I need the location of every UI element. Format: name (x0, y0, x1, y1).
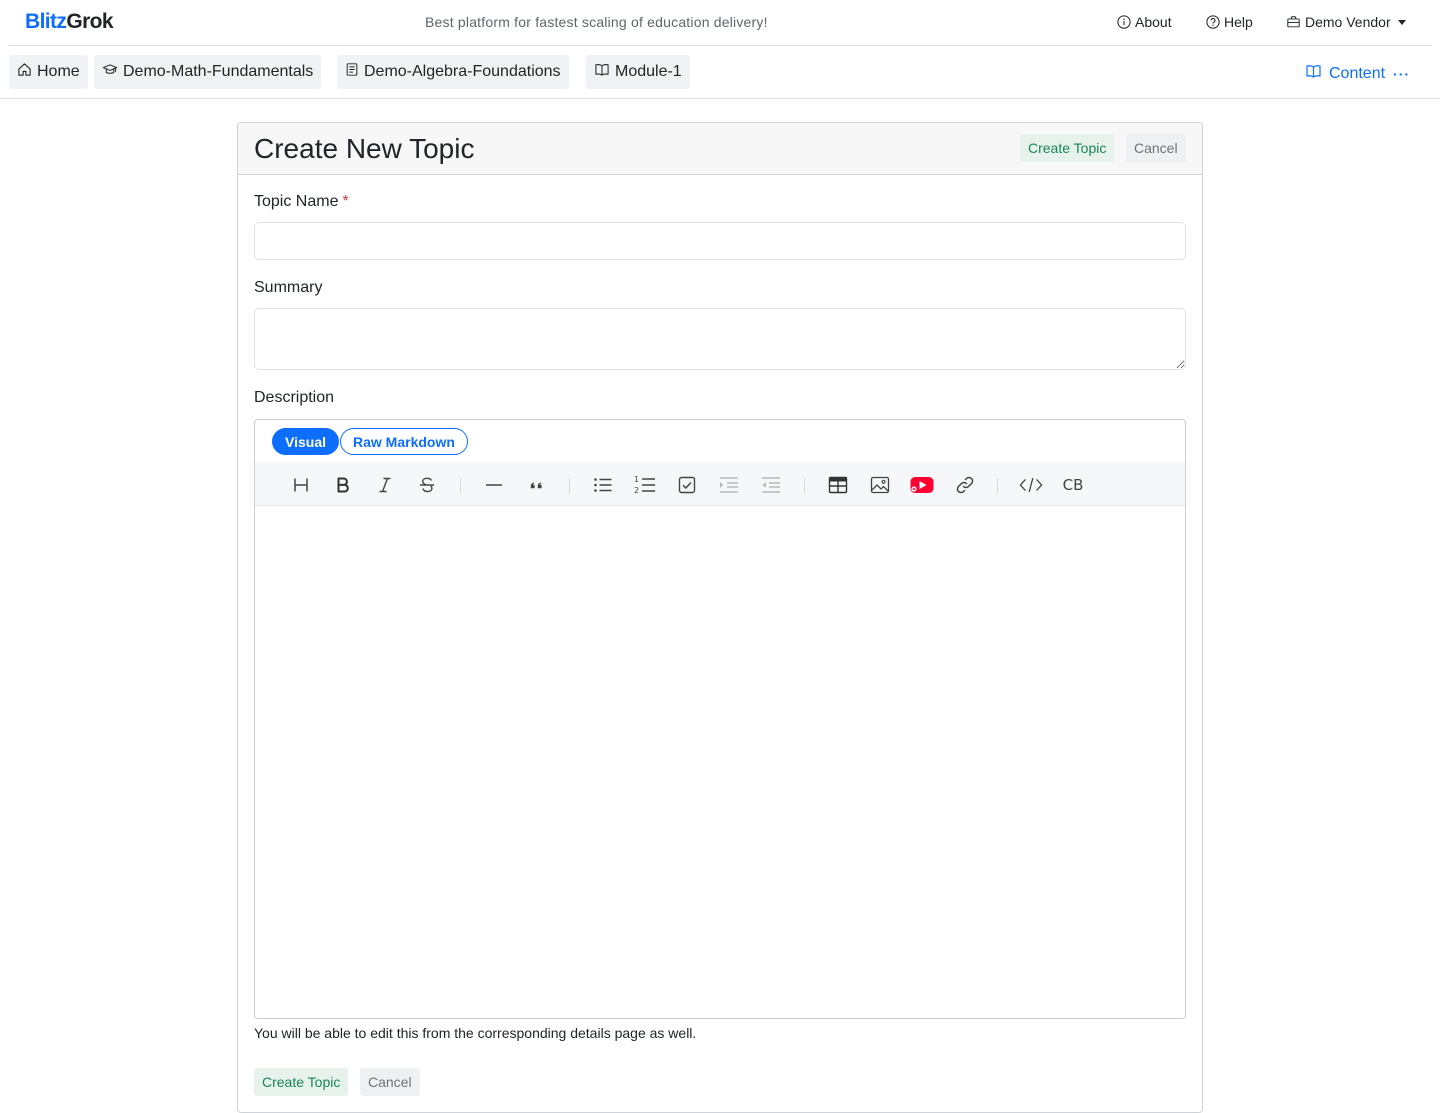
help-link[interactable]: Help (1206, 14, 1253, 30)
cancel-button-bottom[interactable]: Cancel (360, 1068, 420, 1096)
editor-toolbar: 12 CB (255, 462, 1185, 506)
summary-label: Summary (254, 279, 323, 296)
table-icon[interactable] (826, 473, 850, 497)
content-menu-label: Content (1329, 64, 1386, 82)
book-icon (1305, 63, 1322, 84)
mortarboard-icon (102, 62, 118, 82)
code-block-icon[interactable]: CB (1061, 473, 1085, 497)
tagline: Best platform for fastest scaling of edu… (425, 14, 768, 30)
user-menu[interactable]: Demo Vendor (1286, 14, 1406, 30)
required-mark: * (342, 193, 349, 210)
breadcrumb-module[interactable]: Module-1 (586, 55, 690, 89)
briefcase-icon (1286, 15, 1301, 29)
heading-icon[interactable] (289, 473, 313, 497)
outdent-icon[interactable] (759, 473, 783, 497)
brand-logo[interactable]: BlitzGrok (25, 9, 114, 35)
question-icon (1206, 15, 1220, 29)
strike-icon[interactable] (415, 473, 439, 497)
create-topic-button[interactable]: Create Topic (1020, 134, 1115, 162)
top-navbar: BlitzGrok Best platform for fastest scal… (8, 0, 1432, 46)
about-link[interactable]: About (1117, 14, 1172, 30)
more-icon: ··· (1393, 65, 1411, 82)
tab-visual[interactable]: Visual (272, 428, 339, 455)
breadcrumb: Home Demo-Math-Fundamentals Demo-Algebra… (0, 46, 1440, 99)
tab-raw-markdown[interactable]: Raw Markdown (340, 428, 468, 455)
description-label: Description (254, 389, 335, 406)
editor-mode-tabs: Visual Raw Markdown (272, 428, 468, 455)
create-topic-card: Create New Topic Create Topic Cancel Top… (237, 122, 1203, 1113)
content-menu[interactable]: Content ··· (1305, 63, 1410, 84)
page-title: Create New Topic (254, 133, 475, 164)
italic-icon[interactable] (373, 473, 397, 497)
ordered-list-icon[interactable]: 12 (633, 473, 657, 497)
bullet-list-icon[interactable] (591, 473, 615, 497)
svg-text:2: 2 (634, 486, 639, 495)
book-icon (594, 62, 610, 82)
breadcrumb-subject[interactable]: Demo-Algebra-Foundations (337, 55, 569, 89)
journal-icon (345, 62, 359, 82)
house-icon (17, 62, 32, 82)
bold-icon[interactable] (331, 473, 355, 497)
help-label: Help (1224, 14, 1253, 30)
breadcrumb-course[interactable]: Demo-Math-Fundamentals (94, 55, 322, 89)
description-help-text: You will be able to edit this from the c… (254, 1025, 697, 1041)
topic-name-input[interactable] (254, 222, 1186, 260)
user-name: Demo Vendor (1305, 14, 1391, 30)
image-icon[interactable] (868, 473, 892, 497)
youtube-icon[interactable] (910, 473, 934, 497)
about-label: About (1135, 14, 1172, 30)
quote-icon[interactable] (524, 473, 548, 497)
breadcrumb-home[interactable]: Home (9, 55, 88, 89)
topic-name-label: Topic Name * (254, 193, 349, 210)
editor-content-area[interactable] (255, 506, 1185, 1018)
info-icon (1117, 15, 1131, 29)
svg-text:1: 1 (634, 475, 639, 484)
link-icon[interactable] (953, 473, 977, 497)
markdown-editor: Visual Raw Markdown 1 2 CB (254, 419, 1186, 1019)
create-topic-button-bottom[interactable]: Create Topic (254, 1068, 349, 1096)
indent-icon[interactable] (717, 473, 741, 497)
chevron-down-icon (1397, 19, 1406, 25)
card-header: Create New Topic Create Topic Cancel (238, 123, 1202, 175)
task-list-icon[interactable] (675, 473, 699, 497)
hr-icon[interactable] (482, 473, 506, 497)
summary-textarea[interactable] (254, 308, 1186, 370)
cancel-button[interactable]: Cancel (1126, 134, 1186, 162)
code-icon[interactable] (1019, 473, 1043, 497)
